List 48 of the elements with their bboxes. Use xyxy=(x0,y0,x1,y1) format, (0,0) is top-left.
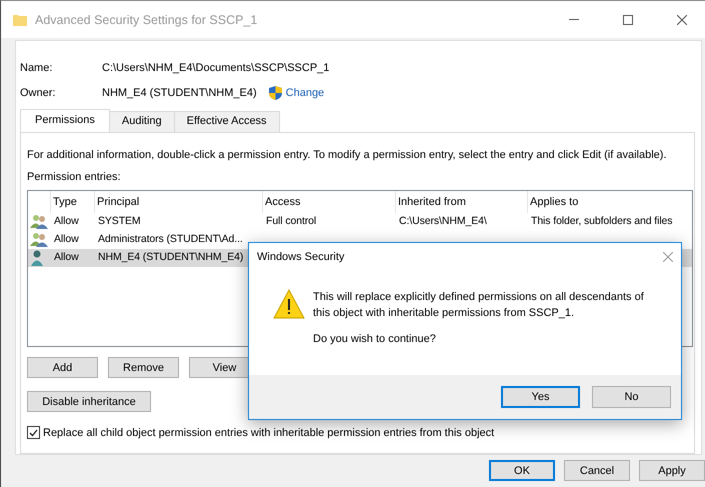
column-header[interactable]: Access xyxy=(262,191,300,214)
name-value: C:\Users\NHM_E4\Documents\SSCP\SSCP_1 xyxy=(102,62,330,74)
folder-icon xyxy=(13,14,27,26)
replace-checkbox-label: Replace all child object permission entries with inheritable permission entries from this object xyxy=(43,426,494,439)
table-cell: Allow xyxy=(54,251,79,264)
table-cell: SYSTEM xyxy=(98,215,141,228)
change-link[interactable]: Change xyxy=(286,86,324,99)
tab[interactable]: Effective Access xyxy=(174,111,280,132)
table-cell: This folder, subfolders and files xyxy=(531,215,672,228)
entry-button[interactable]: Add xyxy=(27,357,98,378)
disable-inheritance-button[interactable]: Disable inheritance xyxy=(27,391,151,412)
dialog-button[interactable]: Apply xyxy=(639,460,705,481)
table-row[interactable]: Allow Administrators (STUDENT\Ad... xyxy=(28,231,692,250)
column-header[interactable]: Type xyxy=(50,191,77,214)
dialog-button[interactable]: Yes xyxy=(501,386,580,408)
warning-icon xyxy=(273,289,305,319)
info-text: For additional information, double-click a permission entry. To modify a permission entry, select the entry and click Edit (if available). xyxy=(27,149,668,162)
dialog-message: This will replace explicitly defined permissions on all descendants of this object with inheritable permissions from SSCP_1. xyxy=(313,290,645,321)
table-cell: Allow xyxy=(54,233,79,246)
dialog-question: Do you wish to continue? xyxy=(313,333,437,345)
replace-checkbox[interactable] xyxy=(27,426,40,440)
table-cell: Administrators (STUDENT\Ad... xyxy=(98,233,243,246)
tab[interactable]: Auditing xyxy=(108,111,175,132)
window-title: Advanced Security Settings for SSCP_1 xyxy=(35,12,258,26)
group-icon xyxy=(30,214,48,230)
dialog-title: Windows Security xyxy=(257,251,344,263)
table-row[interactable]: Allow SYSTEM Full control C:\Users\NHM_E4\ This folder, subfolders and files xyxy=(28,213,692,232)
dialog-button[interactable]: No xyxy=(592,386,671,408)
dialog-button[interactable]: Cancel xyxy=(564,460,630,481)
name-label: Name: xyxy=(20,62,54,74)
close-icon[interactable] xyxy=(677,14,687,24)
entry-button[interactable]: Remove xyxy=(108,357,179,378)
column-header[interactable]: Applies to xyxy=(527,191,578,214)
maximize-icon[interactable] xyxy=(623,14,633,24)
shield-icon xyxy=(268,86,282,100)
column-header[interactable]: Inherited from xyxy=(395,191,466,214)
table-cell: NHM_E4 (STUDENT\NHM_E4) xyxy=(98,251,244,264)
tab[interactable]: Permissions xyxy=(20,109,110,132)
table-cell: Full control xyxy=(266,215,316,228)
column-header[interactable]: Principal xyxy=(94,191,140,214)
group-icon xyxy=(30,232,48,248)
owner-label: Owner: xyxy=(20,86,56,99)
table-cell: C:\Users\NHM_E4\ xyxy=(399,215,487,228)
owner-value: NHM_E4 (STUDENT\NHM_E4) xyxy=(102,86,257,99)
user-icon xyxy=(30,250,44,266)
dialog-button[interactable]: OK xyxy=(489,460,555,481)
entries-label: Permission entries: xyxy=(27,171,122,184)
table-cell: Allow xyxy=(54,215,79,228)
